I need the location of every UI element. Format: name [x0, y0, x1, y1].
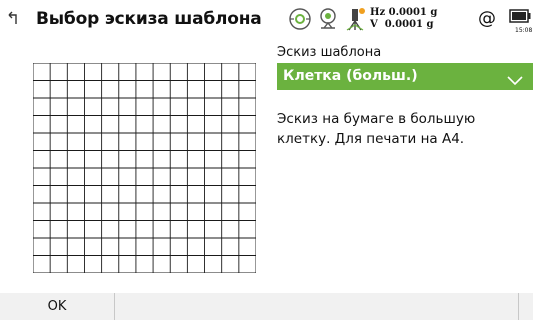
softkey-separator	[114, 293, 115, 320]
sketch-grid	[33, 63, 256, 273]
title-bar: Выбор эскиза шаблона Hz 0.0001 g V 0.000…	[0, 0, 533, 40]
prism-icon[interactable]	[316, 6, 340, 36]
instrument-icon[interactable]	[343, 6, 367, 36]
chevron-down-icon	[507, 71, 523, 90]
hz-value: Hz 0.0001 g	[370, 7, 438, 18]
template-description: Эскиз на бумаге в большую клетку. Для пе…	[277, 111, 476, 147]
battery-icon[interactable]	[509, 8, 531, 28]
angle-readout: Hz 0.0001 g V 0.0001 g	[370, 7, 437, 31]
at-icon[interactable]: @	[478, 8, 496, 29]
template-selected-value: Клетка (больш.)	[283, 68, 418, 84]
template-label: Эскиз шаблона	[277, 45, 382, 60]
template-dropdown[interactable]: Клетка (больш.)	[277, 63, 533, 90]
ok-button[interactable]: OK	[0, 293, 114, 320]
back-icon[interactable]	[6, 11, 22, 27]
target-icon[interactable]	[287, 6, 313, 36]
clock: 15:08	[515, 27, 533, 34]
sketch-preview	[33, 63, 256, 273]
v-value: V 0.0001 g	[370, 19, 434, 30]
softkey-bar: OK	[0, 293, 533, 320]
softkey-separator	[518, 293, 519, 320]
page-title: Выбор эскиза шаблона	[36, 9, 262, 29]
